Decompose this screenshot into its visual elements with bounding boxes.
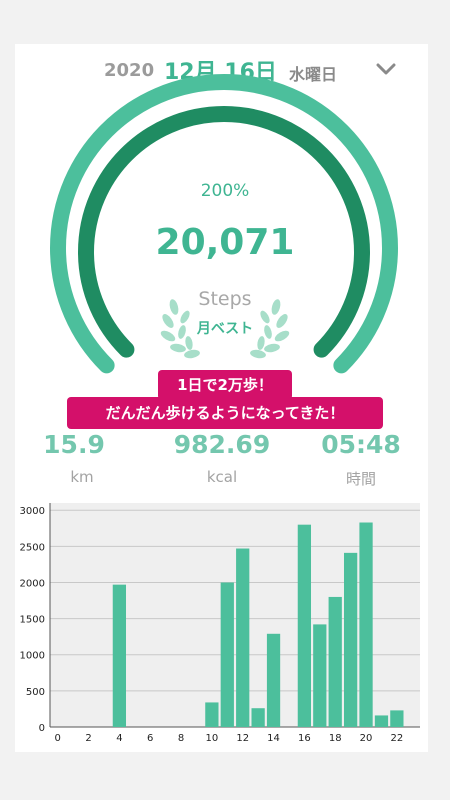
x-tick-label: 6 — [147, 733, 153, 744]
y-tick-label: 1500 — [20, 615, 45, 626]
hour-bar — [220, 582, 234, 727]
hour-bar — [297, 524, 312, 727]
distance-unit: km — [70, 468, 94, 486]
y-tick-label: 1000 — [20, 651, 45, 662]
hour-bar — [251, 708, 265, 727]
x-tick-label: 18 — [329, 733, 342, 744]
x-tick-label: 0 — [55, 733, 61, 744]
calories-unit: kcal — [206, 468, 238, 486]
x-tick-label: 10 — [206, 733, 219, 744]
hour-bar — [112, 584, 127, 727]
y-tick-label: 0 — [39, 723, 45, 734]
hour-bar — [390, 710, 404, 727]
hourly-steps-chart: 0 500 1000 1500 2000 2500 3000 0 2 4 6 8 10 12 14 16 18 2… — [20, 503, 420, 744]
step-count: 20,071 — [155, 222, 295, 263]
hour-bar — [313, 624, 327, 727]
monthly-best-badge: 月ベスト — [196, 321, 254, 337]
hour-bar — [374, 715, 389, 727]
x-tick-label: 20 — [360, 733, 373, 744]
x-tick-label: 16 — [298, 733, 311, 744]
y-tick-label: 3000 — [20, 506, 45, 517]
distance-value: 15.9 — [43, 430, 105, 459]
hour-bar — [328, 596, 342, 727]
hour-bar — [266, 633, 281, 727]
achievement-banner-message: だんだん歩けるようになってきた！ — [67, 397, 383, 429]
goal-percent: 200% — [200, 181, 250, 201]
hour-bar — [236, 548, 250, 727]
hour-bar — [205, 702, 219, 727]
hour-bar — [343, 552, 358, 727]
x-tick-label: 4 — [116, 733, 122, 744]
duration-value: 05:48 — [321, 430, 401, 459]
y-tick-label: 2500 — [20, 542, 45, 553]
x-tick-label: 8 — [178, 733, 184, 744]
x-tick-label: 2 — [85, 733, 91, 744]
y-tick-label: 2000 — [20, 578, 45, 589]
calories-value: 982.69 — [173, 430, 271, 459]
x-tick-label: 14 — [267, 733, 280, 744]
y-tick-label: 500 — [26, 687, 45, 698]
x-tick-label: 12 — [236, 733, 249, 744]
duration-unit: 時間 — [345, 470, 376, 488]
hour-bar — [359, 522, 373, 727]
achievement-banner-title: 1日で2万歩！ — [158, 370, 292, 400]
x-tick-label: 22 — [391, 733, 404, 744]
